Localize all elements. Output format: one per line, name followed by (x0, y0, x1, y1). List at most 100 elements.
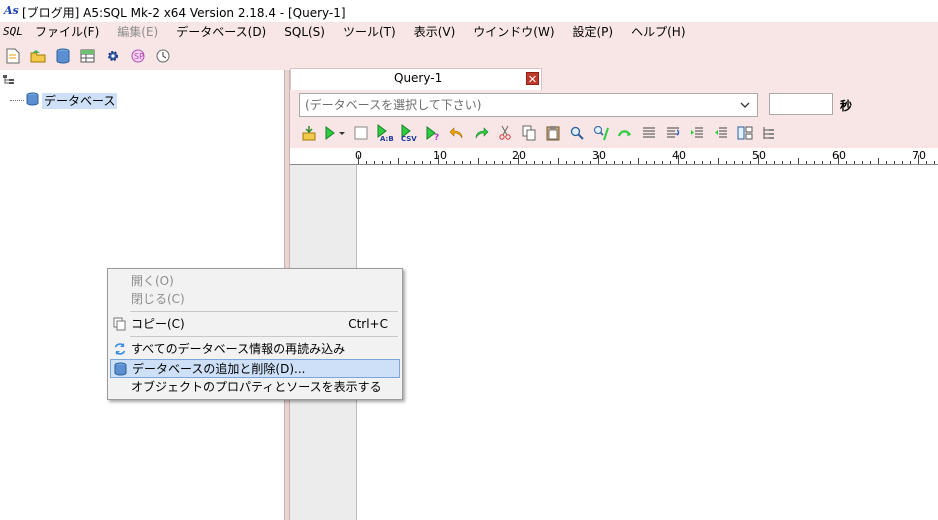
run-help-icon[interactable]: ? (424, 124, 442, 142)
menu-bar: SQL ファイル(F) 編集(E) データベース(D) SQL(S) ツール(T… (0, 22, 938, 42)
menu-database[interactable]: データベース(D) (167, 22, 275, 42)
ruler-tick (430, 161, 431, 164)
menu-item-shortcut: Ctrl+C (348, 317, 388, 331)
ruler-tick (446, 161, 447, 164)
ruler-tick (894, 161, 895, 164)
ruler-tick (478, 158, 479, 164)
refresh-icon (113, 342, 127, 356)
ruler-tick (422, 161, 423, 164)
menu-view[interactable]: 表示(V) (405, 22, 465, 42)
context-menu-copy[interactable]: コピー(C) Ctrl+C (110, 315, 400, 334)
stop-icon[interactable] (352, 124, 370, 142)
clock-icon[interactable] (154, 47, 172, 65)
context-menu-close[interactable]: 閉じる(C) (110, 290, 400, 309)
run-icon[interactable] (324, 124, 346, 142)
ruler-tick (678, 155, 679, 164)
sql-editor[interactable] (357, 165, 938, 520)
menu-item-label: 開く(O) (131, 274, 174, 288)
ruler-tick (366, 161, 367, 164)
chevron-down-icon[interactable] (739, 94, 751, 123)
window-title: [ブログ用] A5:SQL Mk-2 x64 Version 2.18.4 - … (22, 6, 346, 20)
ruler-tick (750, 161, 751, 164)
sql-logo: SQL (3, 25, 23, 38)
context-menu-show-properties[interactable]: オブジェクトのプロパティとソースを表示する (110, 378, 400, 397)
context-menu-add-remove-database[interactable]: データベースの追加と削除(D)... (110, 359, 400, 378)
menu-sql[interactable]: SQL(S) (275, 22, 334, 42)
format-icon[interactable] (664, 124, 682, 142)
ruler-tick (798, 158, 799, 164)
redo-icon[interactable] (472, 124, 490, 142)
ruler-tick (854, 161, 855, 164)
menu-file[interactable]: ファイル(F) (26, 22, 108, 42)
menu-tools[interactable]: ツール(T) (334, 22, 405, 42)
ruler-tick (726, 161, 727, 164)
copy-icon[interactable] (520, 124, 538, 142)
menu-settings[interactable]: 設定(P) (564, 22, 623, 42)
seconds-label: 秒 (840, 99, 853, 113)
run-csv-icon[interactable]: CSV (400, 124, 418, 142)
tree-view-icon[interactable] (3, 74, 15, 84)
ruler-tick (918, 155, 919, 164)
ruler-tick (614, 161, 615, 164)
ruler-tick (646, 161, 647, 164)
ruler-tick (606, 161, 607, 164)
ruler-tick (414, 161, 415, 164)
table-icon[interactable] (79, 47, 97, 65)
ruler-tick (470, 161, 471, 164)
database-select[interactable]: (データベースを選択して下さい) (299, 93, 758, 117)
tab-label: Query-1 (394, 71, 443, 85)
menu-separator (130, 336, 398, 337)
tree-root-label[interactable]: データベース (42, 92, 118, 109)
timeout-seconds-input[interactable] (769, 93, 833, 115)
ruler-label: 50 (752, 149, 766, 162)
menu-item-label: データベースの追加と削除(D)... (132, 362, 306, 376)
align-icon[interactable] (640, 124, 658, 142)
ruler-tick (382, 161, 383, 164)
ruler-tick (598, 155, 599, 164)
close-icon[interactable]: ✕ (526, 72, 539, 86)
ruler-tick (630, 161, 631, 164)
context-menu-reload-all[interactable]: すべてのデータベース情報の再読み込み (110, 340, 400, 359)
svg-text:?: ? (434, 133, 439, 141)
paste-icon[interactable] (544, 124, 562, 142)
run-ab-icon[interactable]: A:B (376, 124, 394, 142)
replace-icon[interactable] (592, 124, 610, 142)
wrap-icon[interactable] (616, 124, 634, 142)
menu-edit[interactable]: 編集(E) (108, 22, 167, 42)
context-menu-open[interactable]: 開く(O) (110, 272, 400, 291)
ruler-tick (358, 155, 359, 164)
ruler-tick (622, 161, 623, 164)
menu-separator (130, 311, 398, 312)
indent-icon[interactable] (688, 124, 706, 142)
explain-icon[interactable] (300, 124, 318, 142)
plugin-icon[interactable]: SP (129, 47, 147, 65)
menu-window[interactable]: ウインドウ(W) (464, 22, 563, 42)
ruler-tick (486, 161, 487, 164)
settings-gear-icon[interactable] (104, 47, 122, 65)
ruler-label: 10 (433, 149, 447, 162)
ruler-tick (574, 161, 575, 164)
cut-icon[interactable] (496, 124, 514, 142)
menu-item-label: オブジェクトのプロパティとソースを表示する (131, 380, 382, 394)
ruler-tick (766, 161, 767, 164)
open-folder-icon[interactable] (29, 47, 47, 65)
tree-root-node[interactable]: データベース (10, 92, 118, 109)
ruler-tick (878, 158, 879, 164)
database-icon[interactable] (54, 47, 72, 65)
ruler-tick (558, 158, 559, 164)
tree-icon[interactable] (760, 124, 778, 142)
new-query-icon[interactable] (4, 47, 22, 65)
ruler-tick (790, 161, 791, 164)
outdent-icon[interactable] (712, 124, 730, 142)
menu-help[interactable]: ヘルプ(H) (622, 22, 694, 42)
ruler-tick (390, 161, 391, 164)
app-logo: As (4, 4, 19, 17)
undo-icon[interactable] (448, 124, 466, 142)
context-menu: 開く(O) 閉じる(C) コピー(C) Ctrl+C すべてのデータベース情報の… (107, 268, 403, 400)
ruler-tick (702, 161, 703, 164)
ruler-tick (550, 161, 551, 164)
find-icon[interactable] (568, 124, 586, 142)
tree-connector (10, 100, 24, 101)
ruler-tick (814, 161, 815, 164)
layout-icon[interactable] (736, 124, 754, 142)
